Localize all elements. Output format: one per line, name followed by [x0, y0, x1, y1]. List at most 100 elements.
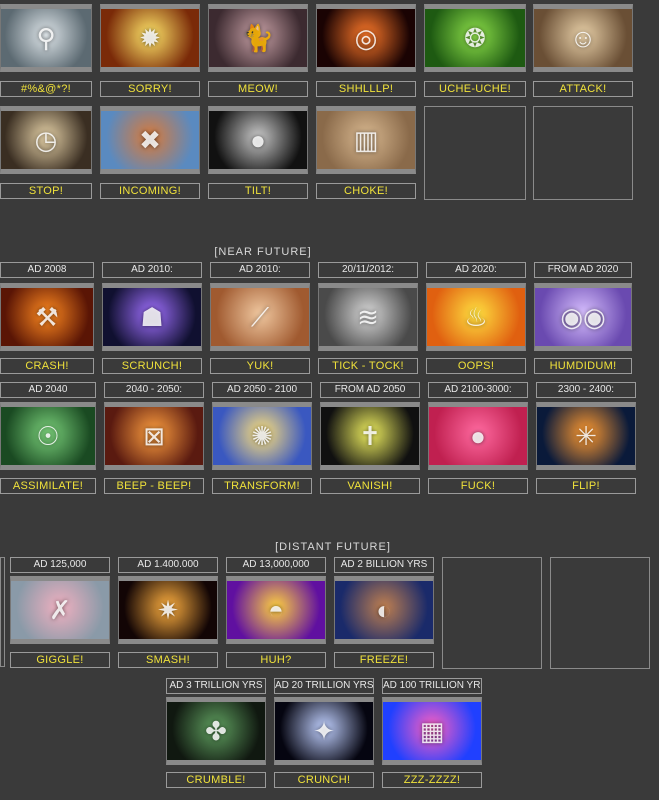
portrait-icon: ☺	[533, 4, 633, 72]
magnetic-field-icon: ✳	[536, 402, 636, 470]
date-label-23: AD 1.400.000	[118, 557, 218, 573]
tile-label-7[interactable]: INCOMING!	[100, 183, 200, 199]
tile-label-12[interactable]: YUK!	[210, 358, 310, 374]
tile-label-5[interactable]: ATTACK!	[533, 81, 633, 97]
tile-15[interactable]: ◉◉	[534, 283, 632, 351]
cross-road-icon: ✝	[320, 402, 420, 470]
oil-pump-icon: ⚒	[0, 283, 94, 351]
tile-13[interactable]: ≋	[318, 283, 418, 351]
tile-label-0[interactable]: #%&@*?!	[0, 81, 92, 97]
tile-28[interactable]: ▦	[382, 697, 482, 765]
pixel-face-icon: ▦	[382, 697, 482, 765]
tile-4[interactable]: ❂	[424, 4, 526, 72]
date-label-20: AD 2100-3000:	[428, 382, 528, 398]
tile-label-19[interactable]: VANISH!	[320, 478, 420, 494]
tile-14[interactable]: ♨	[426, 283, 526, 351]
tile-label-23[interactable]: SMASH!	[118, 652, 218, 668]
tile-7[interactable]: ✖	[100, 106, 200, 174]
tile-label-27[interactable]: CRUNCH!	[274, 772, 374, 788]
fire-icon: ♨	[426, 283, 526, 351]
date-label-11: AD 2010:	[102, 262, 202, 278]
robot-face-icon: ☗	[102, 283, 202, 351]
tile-label-16[interactable]: ASSIMILATE!	[0, 478, 96, 494]
tile-label-24[interactable]: HUH?	[226, 652, 326, 668]
tile-label-20[interactable]: FUCK!	[428, 478, 528, 494]
date-label-21: 2300 - 2400:	[536, 382, 636, 398]
tile-23[interactable]: ✷	[118, 576, 218, 644]
section-near-future: [NEAR FUTURE]	[214, 246, 312, 258]
tile-16[interactable]: ☉	[0, 402, 96, 470]
cyborg-icon: ☉	[0, 402, 96, 470]
tile-label-11[interactable]: SCRUNCH!	[102, 358, 202, 374]
date-label-26: AD 3 TRILLION YRS	[166, 678, 266, 694]
tile-label-14[interactable]: OOPS!	[426, 358, 526, 374]
tile-2[interactable]: 🐈	[208, 4, 308, 72]
tile-1[interactable]: ✹	[100, 4, 200, 72]
earth-cutaway-icon: ◐	[334, 576, 434, 644]
machine-face-icon: ⊠	[104, 402, 204, 470]
pink-tissue-icon: ●	[428, 402, 528, 470]
date-label-13: 20/11/2012:	[318, 262, 418, 278]
date-label-27: AD 20 TRILLION YRS	[274, 678, 374, 694]
tile-label-2[interactable]: MEOW!	[208, 81, 308, 97]
glowing-figure-icon: ✺	[212, 402, 312, 470]
tile-label-6[interactable]: STOP!	[0, 183, 92, 199]
tile-label-26[interactable]: CRUMBLE!	[166, 772, 266, 788]
date-label-17: 2040 - 2050:	[104, 382, 204, 398]
tile-label-28[interactable]: ZZZ-ZZZZ!	[382, 772, 482, 788]
tile-24[interactable]: ◓	[226, 576, 326, 644]
tile-9[interactable]: ▥	[316, 106, 416, 174]
tile-6[interactable]: ◷	[0, 106, 92, 174]
broken-planet-icon: ✤	[166, 697, 266, 765]
date-label-25: AD 2 BILLION YRS	[334, 557, 434, 573]
tile-5[interactable]: ☺	[533, 4, 633, 72]
date-label-10: AD 2008	[0, 262, 94, 278]
moon-icon: ●	[208, 106, 308, 174]
tile-label-18[interactable]: TRANSFORM!	[212, 478, 312, 494]
tile-12[interactable]: ⟋	[210, 283, 310, 351]
tile-label-8[interactable]: TILT!	[208, 183, 308, 199]
date-label-22: AD 125,000	[10, 557, 110, 573]
tile-label-15[interactable]: HUMDIDUM!	[534, 358, 632, 374]
date-label-16: AD 2040	[0, 382, 96, 398]
asteroid-icon: ✖	[100, 106, 200, 174]
tile-18[interactable]: ✺	[212, 402, 312, 470]
tile-label-13[interactable]: TICK - TOCK!	[318, 358, 418, 374]
clock-icon: ◷	[0, 106, 92, 174]
tile-17[interactable]: ⊠	[104, 402, 204, 470]
tile-27[interactable]: ✦	[274, 697, 374, 765]
tile-20[interactable]: ●	[428, 402, 528, 470]
tile-label-17[interactable]: BEEP - BEEP!	[104, 478, 204, 494]
tile-8[interactable]: ●	[208, 106, 308, 174]
tile-22[interactable]: ✗	[10, 576, 110, 644]
date-label-15: FROM AD 2020	[534, 262, 632, 278]
brain-icon: ≋	[318, 283, 418, 351]
tile-0[interactable]: ⚲	[0, 4, 92, 72]
tile-26[interactable]: ✤	[166, 697, 266, 765]
tile-label-4[interactable]: UCHE-UCHE!	[424, 81, 526, 97]
date-label-12: AD 2010:	[210, 262, 310, 278]
chromosome-icon: ✗	[10, 576, 110, 644]
explosion-icon: ✹	[100, 4, 200, 72]
tile-label-1[interactable]: SORRY!	[100, 81, 200, 97]
tile-label-22[interactable]: GIGGLE!	[10, 652, 110, 668]
empty-slot	[442, 557, 542, 669]
tile-21[interactable]: ✳	[536, 402, 636, 470]
date-label-14: AD 2020:	[426, 262, 526, 278]
tile-3[interactable]: ◎	[316, 4, 416, 72]
date-label-28: AD 100 TRILLION YRS	[382, 678, 482, 694]
starburst-icon: ✦	[274, 697, 374, 765]
tile-label-10[interactable]: CRASH!	[0, 358, 94, 374]
tile-19[interactable]: ✝	[320, 402, 420, 470]
cells-icon: ❂	[424, 4, 526, 72]
tile-label-25[interactable]: FREEZE!	[334, 652, 434, 668]
galaxy-collision-icon: ✷	[118, 576, 218, 644]
tile-label-3[interactable]: SHHLLLP!	[316, 81, 416, 97]
eyes-icon: ◉◉	[534, 283, 632, 351]
tile-10[interactable]: ⚒	[0, 283, 94, 351]
tile-11[interactable]: ☗	[102, 283, 202, 351]
tile-label-21[interactable]: FLIP!	[536, 478, 636, 494]
tile-25[interactable]: ◐	[334, 576, 434, 644]
date-label-18: AD 2050 - 2100	[212, 382, 312, 398]
tile-label-9[interactable]: CHOKE!	[316, 183, 416, 199]
